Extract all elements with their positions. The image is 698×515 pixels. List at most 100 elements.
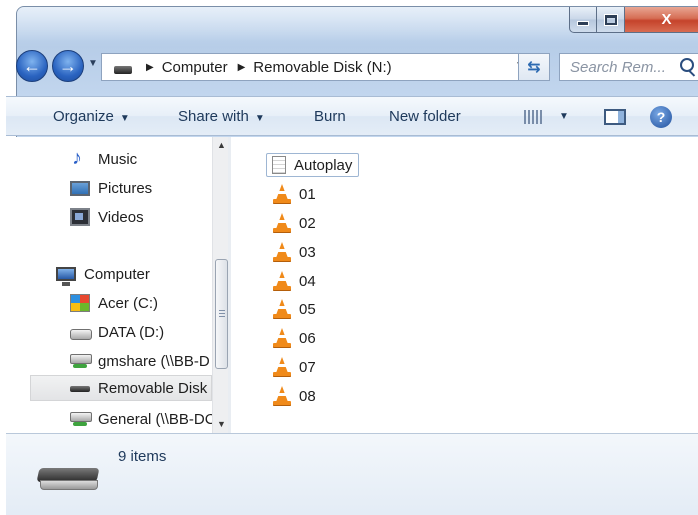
file-name: 07	[299, 358, 316, 376]
videos-icon	[70, 208, 90, 226]
file-item-01[interactable]: 01	[267, 182, 316, 206]
share-with-button[interactable]: Share with ▼	[178, 108, 265, 125]
close-icon: X	[661, 11, 672, 28]
file-name: 01	[299, 185, 316, 203]
sidebar-item-label: gmshare (\\BB-D	[98, 352, 210, 370]
sidebar-item-data-d[interactable]: DATA (D:)	[70, 319, 164, 345]
vlc-cone-icon	[273, 357, 291, 377]
sidebar-item-label: DATA (D:)	[98, 323, 165, 341]
file-name: 03	[299, 243, 316, 261]
sidebar-item-label: Pictures	[98, 179, 153, 197]
file-name: 06	[299, 329, 316, 347]
breadcrumb-separator-icon[interactable]: ▶	[146, 62, 154, 73]
search-icon[interactable]	[680, 58, 694, 72]
sidebar-item-general[interactable]: General (\\BB-DC	[70, 406, 216, 432]
file-item-02[interactable]: 02	[267, 211, 316, 235]
minimize-icon	[578, 22, 588, 25]
item-count: 9 items	[118, 448, 167, 465]
file-name: 05	[299, 300, 316, 318]
vlc-cone-icon	[273, 184, 291, 204]
file-item-05[interactable]: 05	[267, 297, 316, 321]
chevron-down-icon[interactable]: ▼	[559, 111, 569, 122]
vlc-cone-icon	[273, 242, 291, 262]
details-pane: 9 items	[6, 433, 698, 515]
sidebar-item-removable-disk[interactable]: Removable Disk (	[30, 375, 216, 401]
scroll-down-icon[interactable]: ▼	[213, 416, 228, 433]
vlc-cone-icon	[273, 328, 291, 348]
sidebar-item-label: Videos	[98, 208, 144, 226]
hard-drive-icon	[70, 323, 92, 341]
computer-icon	[56, 267, 76, 286]
forward-button[interactable]: →	[52, 50, 84, 82]
address-bar[interactable]: ▶ Computer ▶ Removable Disk (N:) ▼	[101, 53, 534, 81]
sidebar-item-label: Acer (C:)	[98, 294, 158, 312]
sidebar-item-label: General (\\BB-DC	[98, 410, 216, 428]
forward-arrow-icon: →	[59, 55, 77, 76]
file-name: 04	[299, 272, 316, 290]
scroll-grip-icon	[219, 310, 225, 317]
chevron-down-icon: ▼	[119, 113, 130, 124]
caption-buttons: X	[569, 7, 698, 33]
refresh-button[interactable]: ⇆	[518, 53, 550, 81]
text-file-icon	[272, 156, 286, 174]
sidebar-item-acer-c[interactable]: Acer (C:)	[70, 290, 158, 316]
new-folder-button[interactable]: New folder	[389, 108, 461, 125]
removable-disk-large-icon	[36, 468, 100, 492]
breadcrumb-removable-disk[interactable]: Removable Disk (N:)	[253, 59, 391, 76]
sidebar-item-label: Music	[98, 150, 138, 168]
sidebar-item-music[interactable]: Music	[70, 146, 137, 172]
refresh-icon: ⇆	[527, 59, 541, 76]
file-item-03[interactable]: 03	[267, 240, 316, 264]
command-bar: Organize ▼ Share with ▼ Burn New folder ▼ …	[6, 96, 698, 136]
back-button[interactable]: ←	[16, 50, 48, 82]
file-name: 08	[299, 387, 316, 405]
file-item-06[interactable]: 06	[267, 326, 316, 350]
scroll-up-icon[interactable]: ▲	[213, 137, 228, 154]
breadcrumb-computer[interactable]: Computer	[162, 59, 228, 76]
navigation-bar: ← → ▼ ▶ Computer ▶ Removable Disk (N:) ▼…	[12, 48, 698, 84]
sidebar-item-label: Removable Disk (	[98, 379, 217, 397]
music-icon	[70, 147, 90, 170]
windows-drive-icon	[70, 294, 90, 312]
back-arrow-icon: ←	[23, 55, 41, 76]
sidebar-item-videos[interactable]: Videos	[70, 204, 144, 230]
sidebar-item-pictures[interactable]: Pictures	[70, 175, 152, 201]
burn-button[interactable]: Burn	[314, 108, 346, 125]
chevron-down-icon: ▼	[254, 113, 265, 124]
pictures-icon	[70, 180, 90, 196]
file-name: Autoplay	[294, 156, 353, 174]
recent-pages-dropdown[interactable]: ▼	[88, 58, 98, 69]
sidebar-item-gmshare[interactable]: gmshare (\\BB-D	[70, 348, 210, 374]
network-drive-icon	[70, 410, 92, 428]
sidebar-scrollbar[interactable]: ▲ ▼	[212, 137, 228, 433]
search-input[interactable]: Search Rem...	[559, 53, 698, 81]
maximize-icon	[604, 14, 617, 25]
file-item-04[interactable]: 04	[267, 269, 316, 293]
preview-pane-icon[interactable]	[604, 109, 626, 125]
maximize-button[interactable]	[597, 7, 625, 33]
file-name: 02	[299, 214, 316, 232]
network-drive-icon	[70, 352, 92, 370]
help-icon[interactable]: ?	[650, 106, 672, 128]
sidebar-item-label: Computer	[84, 265, 150, 283]
vlc-cone-icon	[273, 213, 291, 233]
file-item-07[interactable]: 07	[267, 355, 316, 379]
breadcrumb-separator-icon[interactable]: ▶	[238, 62, 246, 73]
file-item-08[interactable]: 08	[267, 384, 316, 408]
vlc-cone-icon	[273, 299, 291, 319]
organize-button[interactable]: Organize ▼	[53, 108, 130, 125]
navigation-pane: Music Pictures Videos Computer Acer (C:)…	[6, 137, 228, 433]
share-with-label: Share with	[178, 108, 249, 125]
views-icon[interactable]	[524, 110, 542, 124]
file-item-autoplay[interactable]: Autoplay	[266, 153, 360, 177]
organize-label: Organize	[53, 108, 114, 125]
vlc-cone-icon	[273, 271, 291, 291]
close-button[interactable]: X	[625, 7, 698, 33]
minimize-button[interactable]	[569, 7, 597, 33]
scroll-thumb[interactable]	[215, 259, 228, 369]
sidebar-item-computer[interactable]: Computer	[56, 261, 150, 287]
file-list: Autoplay 01 02 03 04 05 06 07 08	[231, 137, 698, 433]
removable-disk-icon	[114, 66, 132, 74]
search-placeholder: Search Rem...	[570, 58, 666, 76]
vlc-cone-icon	[273, 386, 291, 406]
